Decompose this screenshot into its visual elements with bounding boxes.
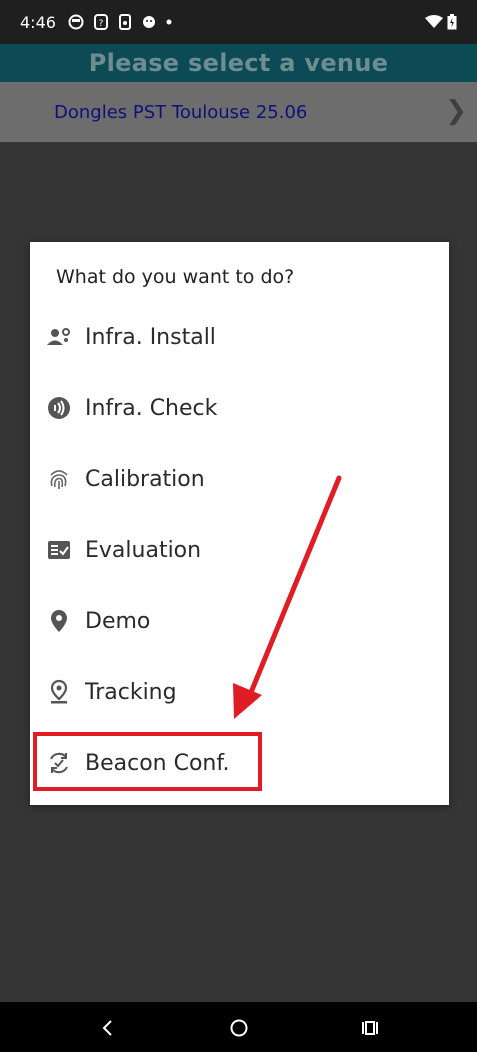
- dialog-title: What do you want to do?: [56, 266, 295, 288]
- menu-item-evaluation[interactable]: Evaluation: [30, 520, 449, 580]
- menu-item-label: Calibration: [85, 466, 205, 492]
- status-right: [425, 14, 457, 30]
- highlight-box: [33, 732, 262, 791]
- app-notification-icon: ?: [93, 14, 108, 30]
- menu-item-label: Infra. Check: [85, 395, 218, 421]
- person-settings-icon: [46, 324, 72, 350]
- menu-item-demo[interactable]: Demo: [30, 591, 449, 651]
- fingerprint-icon: [46, 466, 72, 492]
- back-icon[interactable]: [96, 1016, 120, 1040]
- action-dialog: What do you want to do? Infra. Install I…: [30, 242, 449, 805]
- status-time: 4:46: [20, 12, 56, 32]
- chevron-right-icon: ❯: [445, 96, 467, 126]
- recents-icon[interactable]: [358, 1016, 382, 1040]
- app-header: Please select a venue: [0, 44, 477, 82]
- menu-item-infra-install[interactable]: Infra. Install: [30, 307, 449, 367]
- notification-icons: ?: [68, 14, 172, 30]
- menu-item-calibration[interactable]: Calibration: [30, 449, 449, 509]
- pin-drop-icon: [46, 679, 72, 705]
- venue-list-item[interactable]: Dongles PST Toulouse 25.06 ❯: [0, 82, 477, 142]
- signal-check-icon: [46, 395, 72, 421]
- battery-icon: [447, 14, 457, 30]
- venue-name: Dongles PST Toulouse 25.06: [54, 101, 308, 123]
- status-bar: 4:46 ?: [0, 0, 477, 44]
- app-notification-icon: [68, 14, 84, 30]
- menu-item-label: Evaluation: [85, 537, 202, 563]
- checklist-icon: [46, 537, 72, 563]
- menu-item-label: Demo: [85, 608, 151, 634]
- more-notifications-dot-icon: [166, 19, 172, 25]
- menu-item-label: Infra. Install: [85, 324, 216, 350]
- wifi-icon: [425, 15, 443, 28]
- svg-text:?: ?: [99, 19, 104, 29]
- home-icon[interactable]: [227, 1016, 251, 1040]
- page-title: Please select a venue: [88, 49, 389, 77]
- device-notification-icon: [118, 14, 131, 30]
- location-pin-icon: [46, 608, 72, 634]
- android-notification-icon: [142, 16, 155, 28]
- navigation-bar: [0, 1002, 477, 1052]
- menu-item-label: Tracking: [85, 679, 177, 705]
- menu-item-tracking[interactable]: Tracking: [30, 662, 449, 722]
- menu-item-infra-check[interactable]: Infra. Check: [30, 378, 449, 438]
